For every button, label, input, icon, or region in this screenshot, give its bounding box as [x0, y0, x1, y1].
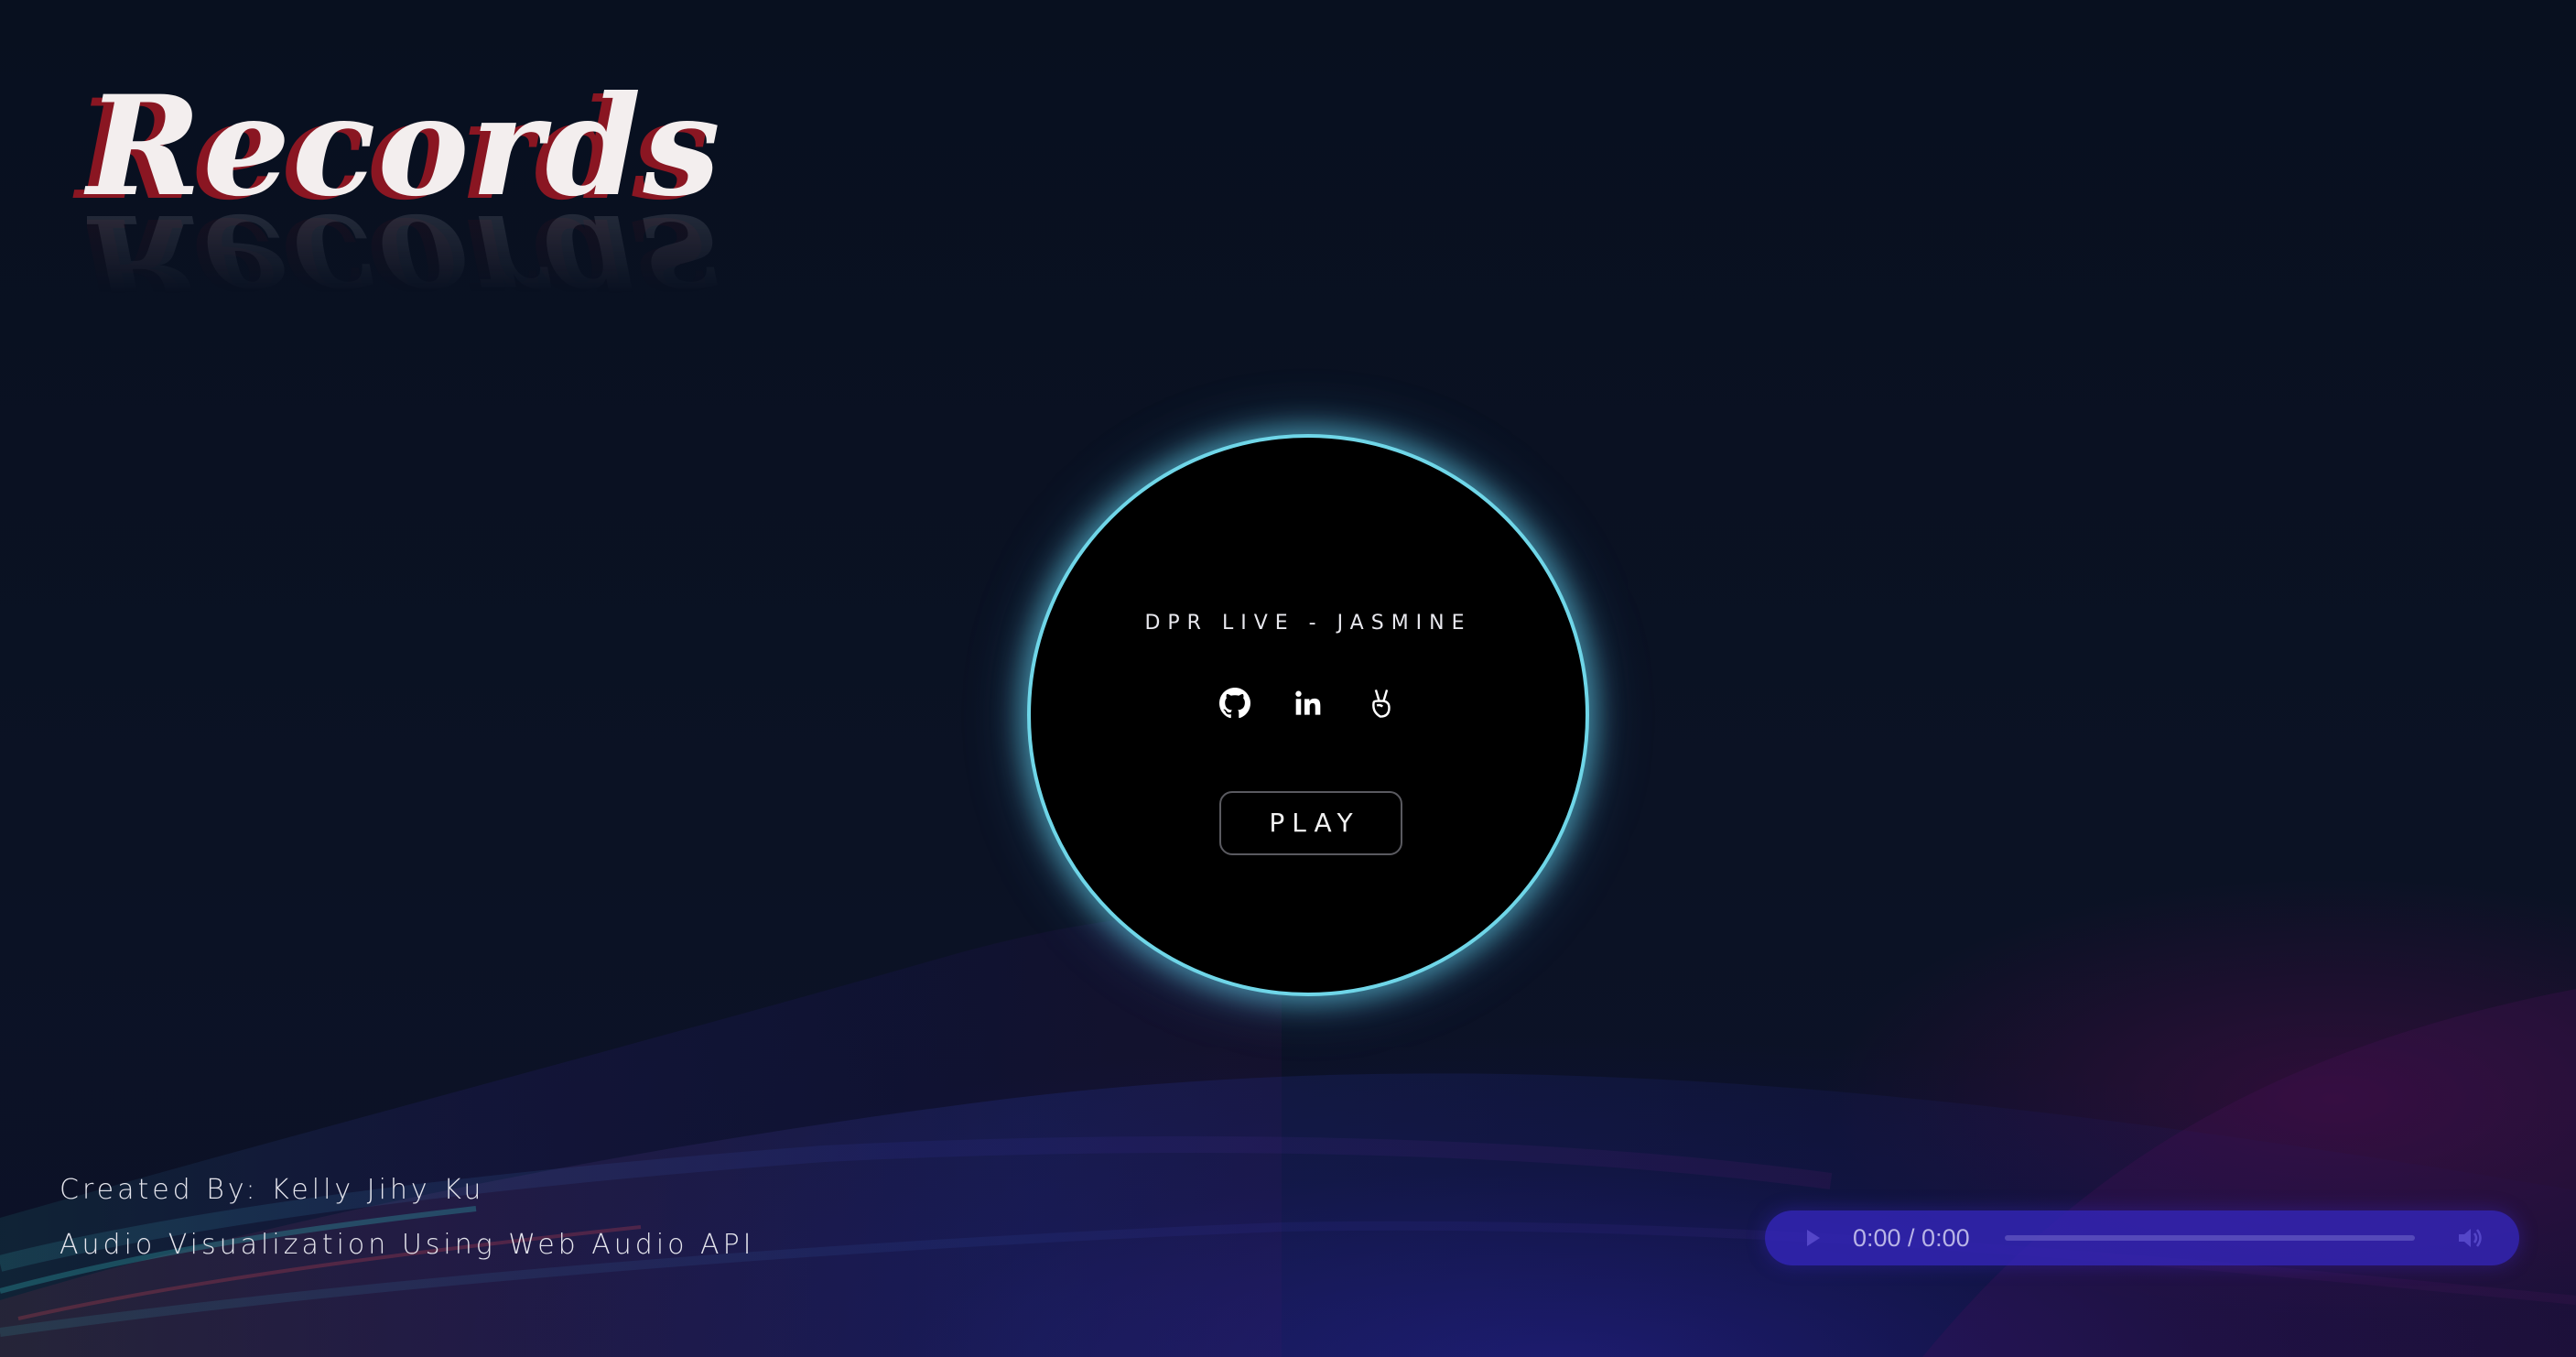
- github-icon: [1219, 688, 1250, 719]
- time-display: 0:00 / 0:00: [1853, 1224, 1970, 1252]
- page-stage: Records Records DPR LIVE - JASMINE PLAY …: [0, 0, 2576, 1357]
- track-title: DPR LIVE - JASMINE: [1144, 612, 1472, 635]
- audio-player: 0:00 / 0:00: [1765, 1210, 2519, 1265]
- linkedin-link[interactable]: [1292, 687, 1325, 720]
- logo-text: Records: [87, 66, 722, 227]
- audio-play-button[interactable]: [1802, 1227, 1824, 1249]
- created-by-text: Created By: Kelly Jihy Ku: [60, 1174, 485, 1206]
- volume-button[interactable]: [2456, 1225, 2484, 1251]
- play-button[interactable]: PLAY: [1219, 791, 1402, 855]
- logo: Records Records: [87, 73, 722, 348]
- project-subtitle: Audio Visualization Using Web Audio API: [60, 1229, 755, 1261]
- player-disc: DPR LIVE - JASMINE PLAY: [1027, 434, 1589, 996]
- angellist-icon: [1372, 689, 1391, 718]
- social-links: [1031, 687, 1586, 720]
- angellist-link[interactable]: [1365, 687, 1398, 720]
- credits: Created By: Kelly Jihy Ku Audio Visualiz…: [60, 1172, 755, 1282]
- play-icon: [1807, 1230, 1820, 1246]
- github-link[interactable]: [1218, 687, 1251, 720]
- volume-icon: [2459, 1229, 2482, 1247]
- linkedin-icon: [1295, 690, 1321, 715]
- progress-bar[interactable]: [2005, 1235, 2415, 1241]
